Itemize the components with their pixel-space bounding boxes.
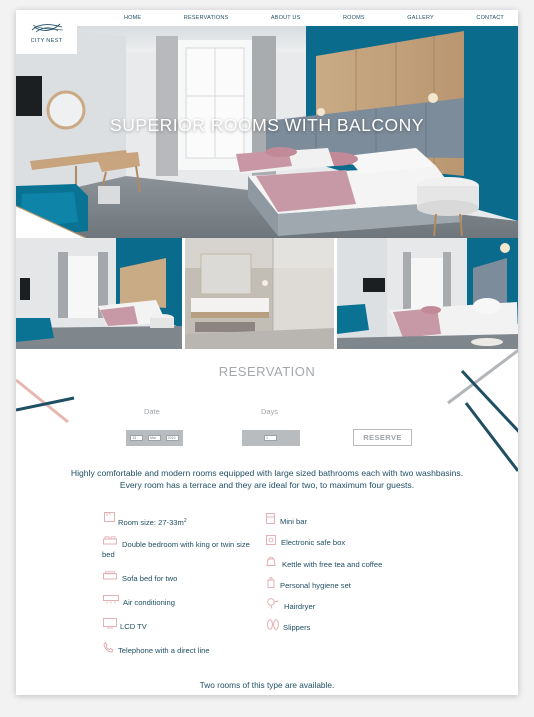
nest-logo-icon — [31, 23, 63, 32]
date-label: Date — [144, 407, 160, 416]
slippers-icon — [267, 619, 279, 630]
kettle-icon — [266, 556, 276, 566]
hero-title: SUPERIOR ROOMS WITH BALCONY — [110, 115, 424, 135]
sofa-bed-icon — [103, 571, 117, 580]
gallery-thumb-2[interactable] — [185, 238, 334, 349]
gallery-thumbnails — [16, 238, 518, 349]
days-label: Days — [261, 407, 279, 416]
page-card: CITY NEST HOME RESERVATIONS ABOUT US ROO… — [16, 10, 518, 695]
decorative-lines-left — [16, 378, 75, 424]
minibar-icon — [266, 513, 275, 524]
amenity-room-size: Room size: 27-33m2 — [118, 516, 187, 528]
nav-gallery[interactable]: GALLERY — [407, 15, 434, 21]
hero-image: SUPERIOR ROOMS WITH BALCONY — [16, 26, 518, 238]
amenity-hairdryer: Hairdryer — [284, 602, 316, 611]
description-line-1: Highly comfortable and modern rooms equi… — [70, 468, 464, 478]
safe-icon — [266, 535, 276, 545]
nav-about-us[interactable]: ABOUT US — [271, 15, 301, 21]
amenity-air-conditioning: Air conditioning — [123, 598, 175, 607]
hygiene-icon — [267, 577, 275, 588]
date-year-select[interactable]: 2019 — [165, 435, 179, 441]
hairdryer-icon — [267, 598, 279, 609]
ruler-icon — [104, 512, 115, 522]
gallery-thumb-3[interactable] — [337, 238, 518, 349]
amenity-minibar: Mini bar — [280, 517, 308, 526]
brand-name: CITY NEST — [30, 37, 63, 44]
availability-note: Two rooms of this type are available. — [199, 680, 335, 690]
amenity-room-size-label: Room size: 27-33m — [118, 518, 184, 527]
logo[interactable]: CITY NEST — [16, 10, 77, 54]
decorative-lines-right — [447, 348, 518, 472]
nav-rooms[interactable]: ROOMS — [343, 15, 365, 21]
description-line-2: Every room has a terrace and they are id… — [119, 479, 415, 490]
amenity-kettle: Kettle with free tea and coffee — [282, 560, 383, 569]
reserve-button[interactable]: RESERVE — [353, 429, 412, 446]
tv-icon — [103, 618, 117, 629]
air-conditioning-icon — [103, 595, 119, 604]
amenity-hygiene-set: Personal hygiene set — [280, 581, 351, 590]
nav-reservations[interactable]: RESERVATIONS — [184, 15, 229, 21]
amenity-lcd-tv: LCD TV — [120, 622, 147, 631]
days-picker: 1 — [242, 430, 300, 446]
room-description: Highly comfortable and modern rooms equi… — [16, 468, 518, 491]
amenity-safe: Electronic safe box — [281, 538, 346, 547]
main-nav: HOME RESERVATIONS ABOUT US ROOMS GALLERY… — [102, 10, 518, 26]
amenity-slippers: Slippers — [283, 623, 311, 632]
days-select[interactable]: 1 — [264, 435, 277, 441]
nav-contact[interactable]: CONTACT — [476, 15, 504, 21]
amenity-sofa-bed: Sofa bed for two — [122, 574, 178, 583]
date-picker: 23 Mar 2019 — [126, 430, 183, 446]
amenity-room-size-sup: 2 — [183, 518, 187, 524]
telephone-icon — [103, 642, 114, 653]
date-month-select[interactable]: Mar — [147, 435, 161, 441]
date-day-select[interactable]: 23 — [130, 435, 144, 441]
gallery-thumb-1[interactable] — [16, 238, 182, 349]
nav-home[interactable]: HOME — [124, 15, 141, 21]
amenity-bed: Double bedroom with king or twin size be… — [102, 540, 250, 559]
amenity-telephone: Telephone with a direct line — [118, 646, 210, 655]
